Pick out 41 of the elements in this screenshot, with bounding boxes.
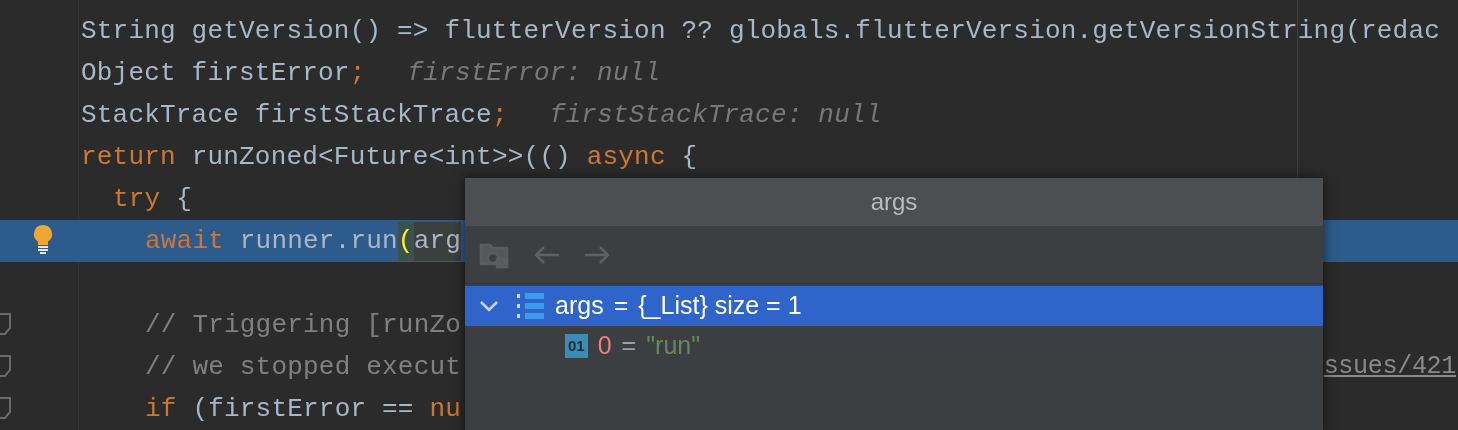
keyword: await [145, 224, 224, 258]
link-text[interactable]: ssues/421 [1323, 348, 1458, 386]
variable-value: {_List} size = 1 [638, 290, 802, 322]
fold-marker-icon[interactable] [0, 397, 12, 421]
code-text: { [175, 182, 193, 216]
variable-value: "run" [646, 330, 701, 362]
inline-value-hint: firstStackTrace: null [549, 98, 882, 132]
popup-title: args [870, 187, 918, 217]
list-icon [517, 292, 545, 320]
keyword: async [586, 140, 666, 174]
inline-value-hint: firstError: null [407, 56, 661, 90]
matched-paren: ( [397, 221, 414, 261]
code-text: { [680, 140, 698, 174]
type-badge: 01 [565, 334, 588, 358]
variable-name: 0 [597, 330, 612, 362]
semicolon: ; [349, 56, 366, 90]
code-text: StackTrace firstStackTrace [81, 98, 492, 132]
code-comment: // we stopped execut [145, 350, 462, 384]
forward-arrow-icon[interactable] [583, 244, 611, 265]
fold-marker-icon[interactable] [0, 355, 12, 379]
equals-sign: = [621, 330, 637, 362]
keyword: nu [429, 392, 462, 426]
code-text: String getVersion() => flutterVersion ?? globals.flutterVersion.getVersionString(redac [81, 14, 1441, 48]
equals-sign: = [613, 290, 629, 322]
semicolon: ; [491, 98, 508, 132]
back-arrow-icon[interactable] [533, 244, 561, 265]
chevron-down-icon[interactable] [479, 299, 499, 313]
tree-row[interactable]: args = {_List} size = 1 [465, 286, 1323, 326]
code-text: runner.run [238, 224, 398, 258]
code-text: Object firstError [81, 56, 350, 90]
hovered-expression: arg [413, 221, 462, 261]
code-comment: // Triggering [runZo [145, 308, 462, 342]
keyword: try [113, 182, 161, 216]
fold-marker-icon[interactable] [0, 313, 12, 337]
keyword: return [81, 140, 176, 174]
code-text: (firstError == [191, 392, 415, 426]
keyword: if [145, 392, 177, 426]
tree-row[interactable]: 01 0 = "run" [465, 326, 1323, 366]
code-text: runZoned<Future<int>>(() [190, 140, 572, 174]
variable-name: args [555, 290, 604, 322]
lightbulb-icon[interactable] [32, 224, 54, 254]
